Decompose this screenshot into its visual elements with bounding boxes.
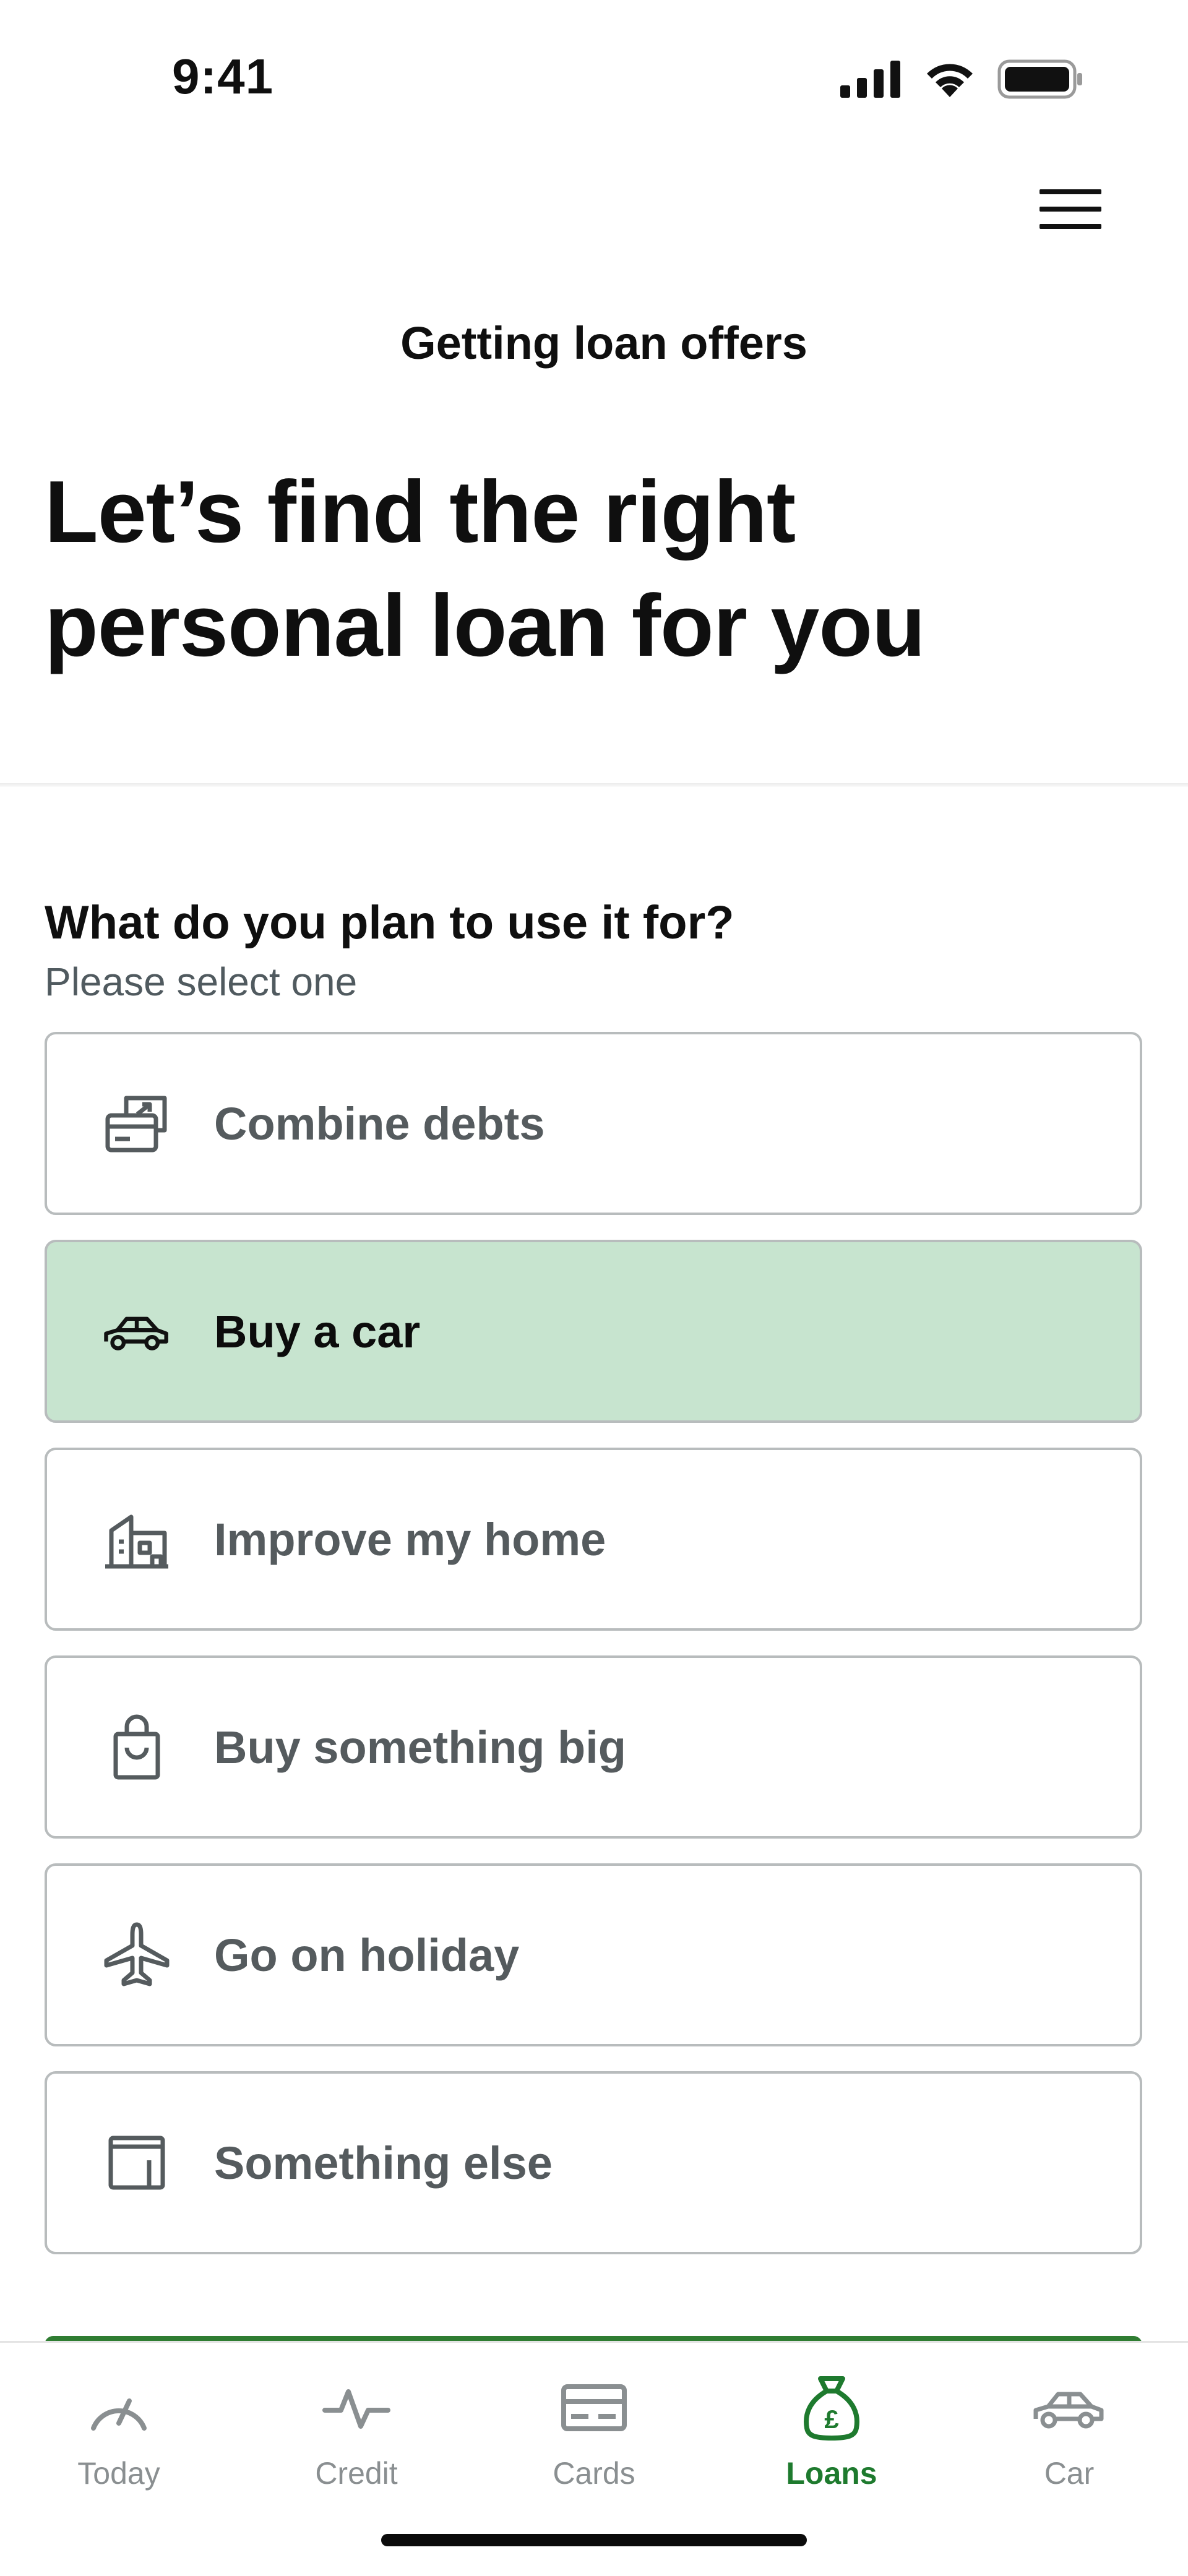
nav-label: Credit — [315, 2456, 398, 2491]
loan-purpose-options: Combine debts Buy a car Improve my home … — [45, 1032, 1142, 2279]
option-improve-my-home[interactable]: Improve my home — [45, 1448, 1142, 1631]
status-icons — [840, 59, 1084, 99]
car-icon — [950, 2368, 1188, 2448]
svg-text:£: £ — [824, 2405, 838, 2434]
nav-label: Today — [77, 2456, 160, 2491]
nav-item-loans[interactable]: £ Loans — [713, 2368, 950, 2491]
shopping-bag-icon — [103, 1713, 171, 1781]
combine-debts-icon — [103, 1089, 171, 1157]
option-label: Buy a car — [214, 1305, 421, 1357]
question-hint: Please select one — [45, 960, 358, 1004]
nav-item-cards[interactable]: Cards — [475, 2368, 713, 2491]
wallet-icon — [103, 2129, 171, 2197]
card-icon — [475, 2368, 713, 2448]
option-label: Improve my home — [214, 1513, 606, 1565]
gauge-icon — [0, 2368, 238, 2448]
car-icon — [103, 1297, 171, 1365]
question-label: What do you plan to use it for? — [45, 896, 734, 949]
page-subtitle: Getting loan offers — [400, 317, 807, 369]
cellular-signal-icon — [840, 61, 900, 98]
hamburger-menu-icon[interactable] — [1040, 183, 1108, 233]
nav-item-today[interactable]: Today — [0, 2368, 238, 2491]
option-label: Go on holiday — [214, 1929, 520, 1981]
option-go-on-holiday[interactable]: Go on holiday — [45, 1863, 1142, 2046]
page-title: Let’s find the right personal loan for y… — [45, 463, 926, 675]
nav-label: Cards — [553, 2456, 635, 2491]
option-label: Combine debts — [214, 1097, 545, 1149]
money-bag-icon: £ — [713, 2368, 950, 2448]
option-combine-debts[interactable]: Combine debts — [45, 1032, 1142, 1215]
option-label: Something else — [214, 2137, 553, 2189]
nav-label: Loans — [786, 2456, 877, 2491]
status-time: 9:41 — [172, 49, 274, 104]
status-bar: 9:41 — [0, 0, 1188, 148]
nav-item-car[interactable]: Car — [950, 2368, 1188, 2491]
nav-item-credit[interactable]: Credit — [238, 2368, 475, 2491]
home-building-icon — [103, 1505, 171, 1573]
header-divider — [0, 783, 1188, 787]
nav-label: Car — [1044, 2456, 1095, 2491]
airplane-icon — [103, 1921, 171, 1989]
option-label: Buy something big — [214, 1721, 626, 1773]
pulse-icon — [238, 2368, 475, 2448]
wifi-icon — [927, 64, 973, 97]
option-buy-a-car[interactable]: Buy a car — [45, 1240, 1142, 1423]
option-something-else[interactable]: Something else — [45, 2071, 1142, 2254]
battery-icon — [997, 59, 1082, 99]
home-indicator — [381, 2534, 807, 2546]
option-buy-something-big[interactable]: Buy something big — [45, 1655, 1142, 1839]
